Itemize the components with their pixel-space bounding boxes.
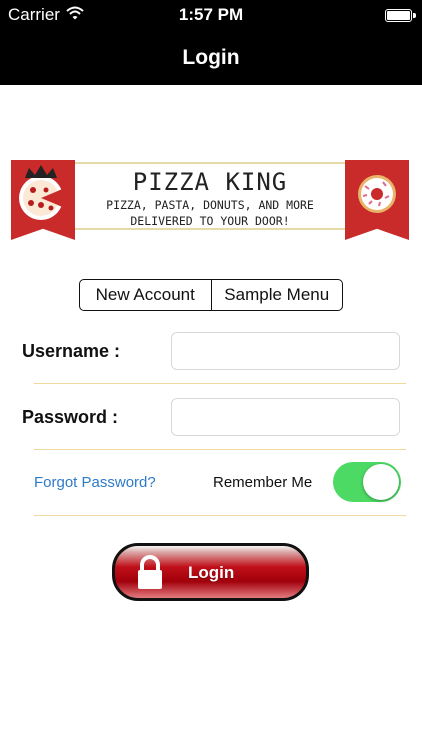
remember-me-toggle[interactable] — [333, 462, 401, 502]
password-input[interactable] — [171, 398, 400, 436]
pizza-crown-icon — [19, 165, 65, 220]
options-separator — [34, 515, 406, 516]
lock-icon — [138, 555, 162, 589]
right-ribbon — [345, 160, 409, 240]
login-button-label: Login — [188, 563, 235, 582]
page-title: Login — [182, 46, 240, 69]
donut-icon — [358, 175, 396, 213]
brand-tagline-line1: PIZZA, PASTA, DONUTS, AND MORE — [106, 198, 314, 212]
banner-text-panel: PIZZA KING PIZZA, PASTA, DONUTS, AND MOR… — [75, 162, 345, 230]
login-button[interactable]: Login — [112, 543, 309, 601]
sample-menu-button[interactable]: Sample Menu — [210, 280, 343, 310]
username-separator — [34, 383, 406, 384]
username-label: Username : — [22, 341, 121, 361]
account-menu-segmented-control: New Account Sample Menu — [79, 279, 343, 311]
brand-name: PIZZA KING — [132, 168, 288, 196]
status-time: 1:57 PM — [178, 5, 244, 24]
brand-tagline-line2: DELIVERED TO YOUR DOOR! — [130, 214, 290, 228]
password-label: Password : — [22, 407, 119, 427]
pizza-king-banner: PIZZA KING PIZZA, PASTA, DONUTS, AND MOR… — [11, 160, 409, 242]
password-separator — [34, 449, 406, 450]
remember-me-label: Remember Me — [213, 474, 313, 491]
navigation-bar: Login — [0, 30, 422, 85]
username-input[interactable] — [171, 332, 400, 370]
left-ribbon — [11, 160, 75, 240]
status-bar: Carrier 1:57 PM — [0, 0, 422, 30]
new-account-button[interactable]: New Account — [80, 280, 211, 310]
battery-icon — [385, 9, 416, 22]
toggle-knob — [363, 464, 399, 500]
forgot-password-link[interactable]: Forgot Password? — [34, 474, 156, 491]
